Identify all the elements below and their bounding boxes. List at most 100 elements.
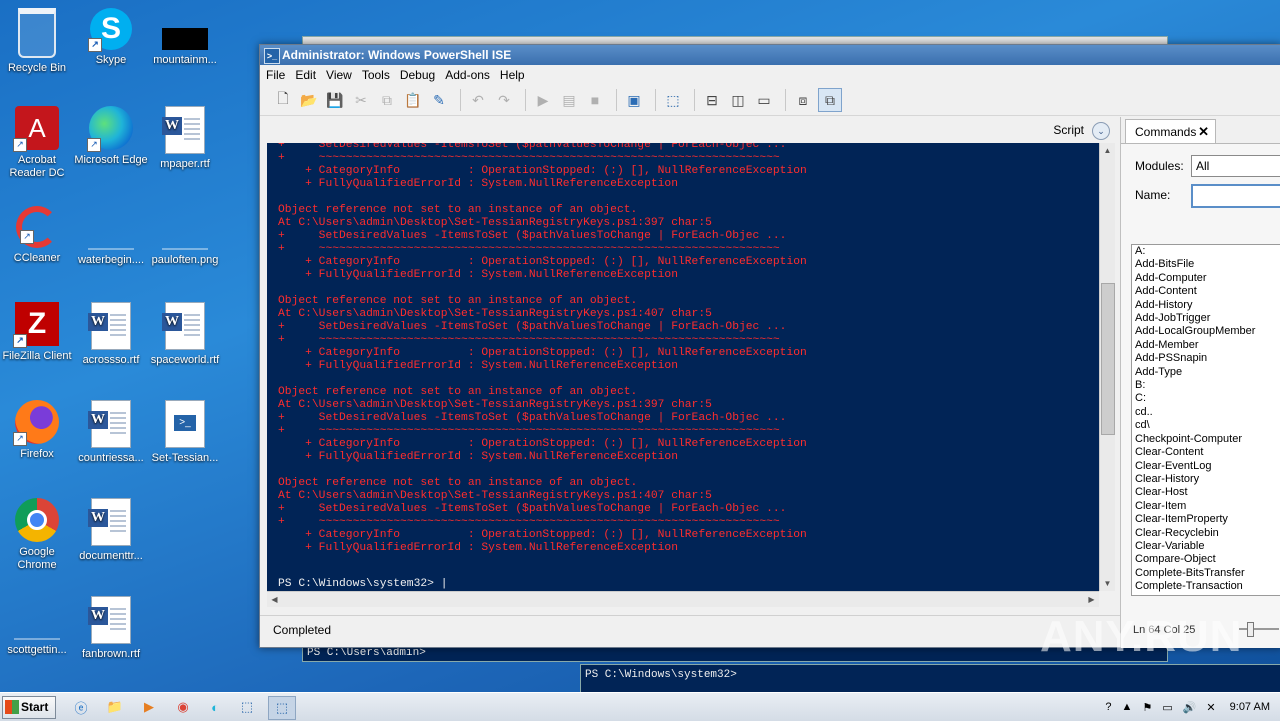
command-list-item[interactable]: Clear-Variable [1135,540,1280,553]
powershell-ise-window[interactable]: >_ Administrator: Windows PowerShell ISE… [259,44,1280,648]
command-list-item[interactable]: Clear-Host [1135,486,1280,499]
desktop-icon-waterbegin[interactable]: waterbegin.... [74,206,148,267]
command-list-item[interactable]: C: [1135,392,1280,405]
command-list-item[interactable]: Add-Type [1135,366,1280,379]
command-list-item[interactable]: Add-JobTrigger [1135,312,1280,325]
new-file-icon[interactable]: 🗋 [272,89,294,111]
tray-volume-icon[interactable]: 🔊 [1183,701,1197,714]
command-list-item[interactable]: Add-BitsFile [1135,258,1280,271]
desktop-icon-ccleaner[interactable]: ↗ CCleaner [0,206,74,265]
command-list-item[interactable]: cd.. [1135,406,1280,419]
start-button[interactable]: Start [2,696,56,719]
script-label[interactable]: Script [1053,123,1084,137]
command-list-item[interactable]: Add-Member [1135,339,1280,352]
run-selection-icon[interactable]: ▤ [558,89,580,111]
command-list-item[interactable]: Complete-Transaction [1135,580,1280,593]
close-icon[interactable]: ✕ [1198,120,1209,144]
tray-monitor-icon[interactable]: ▭ [1162,701,1172,714]
run-script-icon[interactable]: ▶ [532,89,554,111]
show-script-maximized-icon[interactable]: ▭ [753,89,775,111]
undo-icon[interactable]: ↶ [467,89,489,111]
desktop-icon-countriessa[interactable]: W countriessa... [74,400,148,465]
show-script-top-icon[interactable]: ⊟ [701,89,723,111]
clock[interactable]: 9:07 AM [1230,701,1270,713]
command-list-item[interactable]: Add-Content [1135,285,1280,298]
save-icon[interactable]: 💾 [324,89,346,111]
menu-view[interactable]: View [326,68,352,82]
command-list-item[interactable]: Clear-Item [1135,500,1280,513]
menu-edit[interactable]: Edit [295,68,316,82]
show-commands-icon[interactable]: ⧉ [818,88,842,112]
copy-icon[interactable]: ⧉ [376,89,398,111]
taskbar-powershell-icon[interactable]: ⬚ [234,696,260,718]
name-input[interactable] [1191,184,1280,208]
desktop-icon-acrobat[interactable]: A ↗ Acrobat Reader DC [0,106,74,180]
command-list-item[interactable]: Add-History [1135,299,1280,312]
menu-help[interactable]: Help [500,68,525,82]
scroll-down-icon[interactable]: ▼ [1101,577,1114,590]
scroll-up-icon[interactable]: ▲ [1101,144,1114,157]
taskbar-explorer-icon[interactable]: 📁 [102,696,128,718]
commands-list[interactable]: A: Add-BitsFile Add-Computer Add-Content Add… [1131,244,1280,596]
tray-flag-icon[interactable]: ⚑ [1142,701,1152,714]
command-list-item[interactable]: Clear-ItemProperty [1135,513,1280,526]
desktop-icon-pauloften[interactable]: pauloften.png [148,206,222,267]
console-vertical-scrollbar[interactable]: ▲ ▼ [1099,143,1115,591]
show-script-right-icon[interactable]: ◫ [727,89,749,111]
command-list-item[interactable]: cd\ [1135,419,1280,432]
desktop-icon-mountainm[interactable]: mountainm... [148,8,222,67]
console-horizontal-scrollbar[interactable]: ◀ ▶ [267,591,1099,607]
console-prompt[interactable]: PS C:\Windows\system32> | [278,578,447,591]
command-list-item[interactable]: Clear-Recyclebin [1135,527,1280,540]
command-list-item[interactable]: Add-Computer [1135,272,1280,285]
scrollbar-thumb[interactable] [1101,283,1115,435]
zoom-slider[interactable] [1239,622,1279,637]
command-list-item[interactable]: A: [1135,245,1280,258]
desktop-icon-spaceworld[interactable]: W spaceworld.rtf [148,302,222,367]
command-list-item[interactable]: Complete-BitsTransfer [1135,567,1280,580]
desktop-icon-scottgettin[interactable]: scottgettin... [0,596,74,657]
taskbar-powershell-ise-icon[interactable]: ⬚ [268,696,296,720]
title-bar[interactable]: >_ Administrator: Windows PowerShell ISE [260,45,1280,65]
menu-tools[interactable]: Tools [362,68,390,82]
command-list-item[interactable]: Checkpoint-Computer [1135,433,1280,446]
command-list-item[interactable]: Add-LocalGroupMember [1135,325,1280,338]
taskbar-media-player-icon[interactable]: ▶ [136,696,162,718]
open-folder-icon[interactable]: 📂 [298,89,320,111]
start-powershell-icon[interactable]: ⬚ [662,89,684,111]
desktop-icon-edge[interactable]: ↗ Microsoft Edge [74,106,148,167]
menu-file[interactable]: File [266,68,285,82]
show-script-pane-icon[interactable]: ⧈ [792,89,814,111]
command-list-item[interactable]: Clear-Content [1135,446,1280,459]
desktop-icon-mpaper[interactable]: W mpaper.rtf [148,106,222,171]
desktop-icon-filezilla[interactable]: Z ↗ FileZilla Client [0,302,74,363]
command-list-item[interactable]: Add-PSSnapin [1135,352,1280,365]
command-list-item[interactable]: Compare-Object [1135,553,1280,566]
desktop-icon-firefox[interactable]: ↗ Firefox [0,400,74,461]
desktop-icon-fanbrown[interactable]: W fanbrown.rtf [74,596,148,661]
taskbar-edge-icon[interactable]: ◐ [202,696,228,718]
paste-icon[interactable]: 📋 [402,89,424,111]
console-pane[interactable]: + SetDesiredValues -ItemsToSet ($pathVal… [267,143,1099,591]
background-console-2[interactable]: PS C:\Windows\system32> [580,664,1280,694]
desktop-icon-set-tessian[interactable]: >_ Set-Tessian... [148,400,222,465]
remote-powershell-icon[interactable]: ▣ [623,89,645,111]
tab-commands[interactable]: Commands ✕ [1125,119,1216,144]
tray-expand-icon[interactable]: ▲ [1122,701,1133,713]
menu-debug[interactable]: Debug [400,68,435,82]
taskbar-ie-icon[interactable]: ⓔ [68,696,94,718]
tray-help-icon[interactable]: ? [1105,701,1111,713]
scroll-right-icon[interactable]: ▶ [1085,593,1098,606]
stop-icon[interactable]: ■ [584,89,606,111]
cut-icon[interactable]: ✂ [350,89,372,111]
command-list-item[interactable]: Compress-Archive [1135,594,1280,595]
scroll-left-icon[interactable]: ◀ [268,593,281,606]
chevron-down-icon[interactable]: ⌄ [1092,122,1110,140]
command-list-item[interactable]: Clear-History [1135,473,1280,486]
desktop-icon-acrossso[interactable]: W acrossso.rtf [74,302,148,367]
tray-network-icon[interactable]: ✕ [1206,701,1215,714]
desktop-icon-documenttr[interactable]: W documenttr... [74,498,148,563]
desktop-icon-recycle-bin[interactable]: Recycle Bin [0,8,74,75]
desktop-icon-chrome[interactable]: Google Chrome [0,498,74,572]
slider-handle[interactable] [1247,622,1254,637]
